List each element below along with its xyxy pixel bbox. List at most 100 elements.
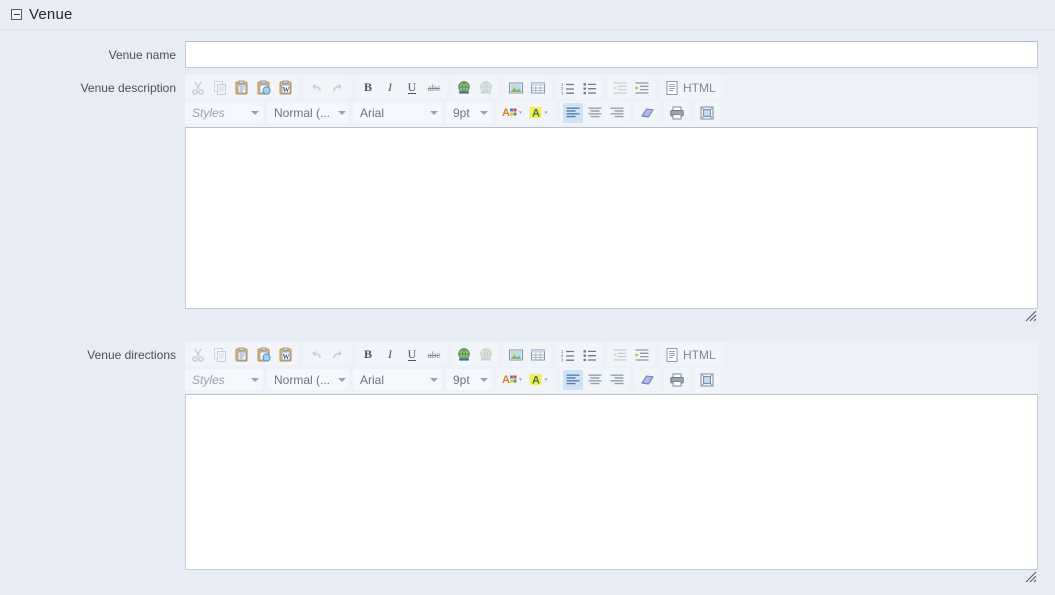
svg-text:A: A: [532, 374, 540, 386]
outdent-icon[interactable]: [610, 345, 630, 365]
toolbar-group-source: HTML: [659, 76, 724, 99]
paste-text-icon[interactable]: [254, 345, 274, 365]
text-color-icon[interactable]: A: [499, 103, 525, 123]
strikethrough-icon[interactable]: abc: [424, 78, 444, 98]
venue-name-input[interactable]: [185, 41, 1038, 68]
toolbar-group-insert: [503, 343, 551, 366]
undo-icon[interactable]: [306, 345, 326, 365]
image-icon[interactable]: [506, 78, 526, 98]
italic-icon[interactable]: I: [380, 345, 400, 365]
format-dropdown[interactable]: Normal (...: [267, 369, 349, 390]
chevron-down-icon: [251, 110, 259, 115]
unlink-icon[interactable]: [476, 345, 496, 365]
toolbar-group-align: [560, 101, 630, 124]
resize-grip-icon[interactable]: [1024, 570, 1037, 583]
svg-text:W: W: [283, 353, 290, 361]
toolbar-group-insert: [503, 76, 551, 99]
fontsize-dropdown[interactable]: 9pt: [446, 369, 492, 390]
undo-icon[interactable]: [306, 78, 326, 98]
svg-text:3: 3: [561, 90, 564, 95]
align-left-icon[interactable]: [563, 369, 583, 390]
numbered-list-icon[interactable]: 1 2 3: [558, 78, 578, 98]
format-dropdown-value: Normal (...: [274, 105, 331, 120]
background-color-icon[interactable]: A: [527, 103, 553, 123]
remove-format-icon[interactable]: [637, 103, 657, 123]
chevron-down-icon: [480, 110, 488, 115]
html-source-button[interactable]: HTML: [662, 78, 721, 98]
form-row-venue-directions: Venue directions W B I U abc 1 2 3 HTML …: [0, 341, 1055, 584]
toolbar-group-indent: [607, 76, 655, 99]
indent-icon[interactable]: [632, 345, 652, 365]
maximize-icon[interactable]: [697, 370, 717, 390]
image-icon[interactable]: [506, 345, 526, 365]
toolbar-group-links: [451, 343, 499, 366]
background-color-icon[interactable]: A: [527, 370, 553, 390]
collapse-minus-icon[interactable]: [11, 9, 22, 20]
toolbar-group-colors: A A: [496, 368, 556, 391]
paste-icon[interactable]: [232, 345, 252, 365]
italic-icon[interactable]: I: [380, 78, 400, 98]
paste-word-icon[interactable]: W: [276, 78, 296, 98]
align-right-icon[interactable]: [607, 103, 627, 123]
bold-icon[interactable]: B: [358, 78, 378, 98]
document-icon: [666, 347, 678, 362]
html-source-button[interactable]: HTML: [662, 345, 721, 365]
indent-icon[interactable]: [632, 78, 652, 98]
copy-icon[interactable]: [210, 345, 230, 365]
copy-icon[interactable]: [210, 78, 230, 98]
bold-icon[interactable]: B: [358, 345, 378, 365]
maximize-icon[interactable]: [697, 103, 717, 123]
align-center-icon[interactable]: [585, 370, 605, 390]
underline-icon[interactable]: U: [402, 78, 422, 98]
underline-icon[interactable]: U: [402, 345, 422, 365]
numbered-list-icon[interactable]: 1 2 3: [558, 345, 578, 365]
toolbar-group-indent: [607, 343, 655, 366]
venue-form: Venue name Venue description W B I U abc…: [0, 30, 1055, 584]
link-icon[interactable]: [454, 78, 474, 98]
redo-icon[interactable]: [328, 78, 348, 98]
table-icon[interactable]: [528, 345, 548, 365]
outdent-icon[interactable]: [610, 78, 630, 98]
styles-dropdown[interactable]: Styles: [185, 102, 263, 123]
toolbar-group-maximize: [694, 101, 720, 124]
toolbar-group-align: [560, 368, 630, 391]
toolbar-group-removeformat: [634, 368, 660, 391]
remove-format-icon[interactable]: [637, 370, 657, 390]
align-left-icon[interactable]: [563, 102, 583, 123]
bulleted-list-icon[interactable]: [580, 345, 600, 365]
venue-directions-content-area[interactable]: [185, 394, 1038, 570]
paste-icon[interactable]: [232, 78, 252, 98]
align-right-icon[interactable]: [607, 370, 627, 390]
format-dropdown[interactable]: Normal (...: [267, 102, 349, 123]
page-title: Venue: [29, 6, 73, 23]
resize-grip-icon[interactable]: [1024, 309, 1037, 322]
styles-dropdown[interactable]: Styles: [185, 369, 263, 390]
toolbar-group-print: [664, 101, 690, 124]
paste-text-icon[interactable]: [254, 78, 274, 98]
venue-description-editor-footer: [185, 309, 1038, 323]
svg-text:A: A: [502, 374, 510, 386]
bulleted-list-icon[interactable]: [580, 78, 600, 98]
print-icon[interactable]: [667, 103, 687, 123]
fontsize-dropdown[interactable]: 9pt: [446, 102, 492, 123]
redo-icon[interactable]: [328, 345, 348, 365]
text-color-icon[interactable]: A: [499, 370, 525, 390]
fontsize-dropdown-value: 9pt: [453, 372, 470, 387]
align-center-icon[interactable]: [585, 103, 605, 123]
toolbar-group-print: [664, 368, 690, 391]
styles-dropdown-value: Styles: [192, 372, 225, 387]
font-dropdown[interactable]: Arial: [353, 369, 442, 390]
unlink-icon[interactable]: [476, 78, 496, 98]
editor-toolbar: W B I U abc 1 2 3 HTML Styles Normal (..…: [185, 341, 1038, 394]
paste-word-icon[interactable]: W: [276, 345, 296, 365]
link-icon[interactable]: [454, 345, 474, 365]
print-icon[interactable]: [667, 370, 687, 390]
cut-icon[interactable]: [188, 78, 208, 98]
font-dropdown[interactable]: Arial: [353, 102, 442, 123]
form-row-venue-name: Venue name: [0, 41, 1055, 68]
table-icon[interactable]: [528, 78, 548, 98]
venue-description-content-area[interactable]: [185, 127, 1038, 309]
chevron-down-icon: [338, 377, 347, 382]
strikethrough-icon[interactable]: abc: [424, 345, 444, 365]
cut-icon[interactable]: [188, 345, 208, 365]
